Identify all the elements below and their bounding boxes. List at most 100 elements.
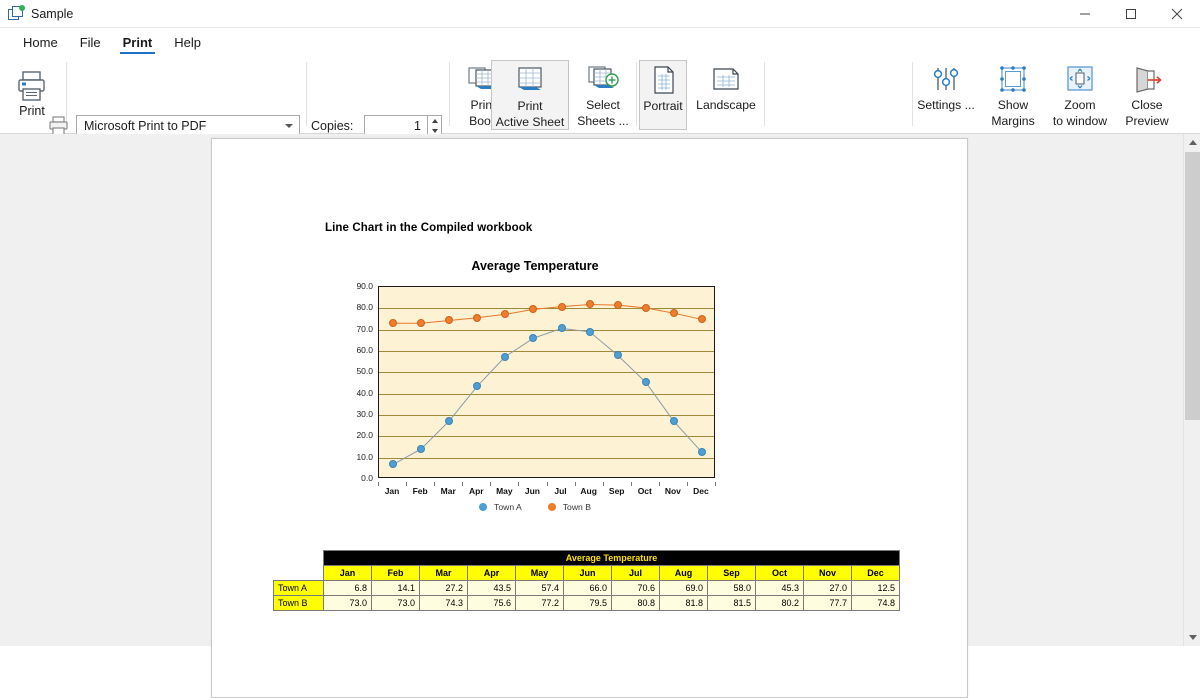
x-axis-tick: [462, 482, 464, 486]
chart-data-point: [473, 313, 482, 322]
x-axis-tick-label: Mar: [440, 486, 456, 496]
table-row: Town A 6.8 14.1 27.2 43.5 57.4 66.0 70.6 69.0 58.…: [273, 580, 900, 596]
x-axis-tick: [406, 482, 408, 486]
copies-input-value: 1: [414, 119, 421, 133]
x-axis-tick-label: May: [496, 486, 513, 496]
x-axis-tick: [686, 482, 688, 486]
y-axis-tick-label: 90.0: [356, 281, 373, 291]
chart-data-point: [557, 324, 566, 333]
chart-data-point: [501, 352, 510, 361]
chart-data-point: [529, 334, 538, 343]
table-cell: 45.3: [755, 580, 804, 596]
table-cell: 74.8: [851, 595, 900, 611]
vertical-scrollbar[interactable]: [1183, 134, 1200, 646]
table-column-header: Feb: [371, 565, 420, 581]
chart-legend: Town A Town B: [340, 502, 730, 512]
x-axis-tick-label: Jul: [554, 486, 567, 496]
x-axis-tick: [546, 482, 548, 486]
close-icon[interactable]: [1154, 0, 1200, 28]
small-printer-icon: [48, 116, 70, 136]
zoom-to-window-line2: to window: [1052, 114, 1108, 128]
y-axis-tick-label: 10.0: [356, 451, 373, 462]
legend-marker-town-a: [479, 503, 488, 511]
table-cell: 14.1: [371, 580, 420, 596]
chart-data-point: [697, 448, 706, 457]
close-preview-icon: [1130, 64, 1164, 96]
x-axis-tick-label: Jan: [384, 486, 400, 496]
table-cell: 66.0: [563, 580, 612, 596]
table-column-header: Oct: [755, 565, 804, 581]
maximize-icon[interactable]: [1108, 0, 1154, 28]
scroll-down-icon[interactable]: [1184, 629, 1200, 646]
zoom-to-window-button[interactable]: Zoom to window: [1046, 60, 1114, 130]
landscape-label: Landscape: [696, 98, 756, 112]
close-preview-line1: Close: [1131, 98, 1163, 112]
table-cell: 77.7: [803, 595, 852, 611]
x-axis-tick-label: Sep: [608, 486, 625, 496]
chart-data-point: [669, 309, 678, 318]
show-margins-icon: [996, 64, 1030, 96]
y-axis-tick-label: 50.0: [356, 366, 373, 377]
table-column-header: Sep: [707, 565, 756, 581]
table-cell: 43.5: [467, 580, 516, 596]
show-margins-line2: Margins: [991, 114, 1035, 128]
table-cell: 27.2: [419, 580, 468, 596]
chart-data-point: [613, 301, 622, 310]
table-cell: 80.2: [755, 595, 804, 611]
data-table: Average Temperature Jan Feb Mar Apr May Jun Jul…: [273, 550, 900, 611]
portrait-button[interactable]: Portrait: [639, 60, 687, 130]
chart-data-point: [641, 303, 650, 312]
y-axis-tick-label: 30.0: [356, 409, 373, 419]
select-sheets-icon: [586, 64, 620, 96]
copies-label: Copies:: [311, 119, 354, 133]
table-cell: 73.0: [371, 595, 420, 611]
table-column-header: Nov: [803, 565, 852, 581]
table-cell: 74.3: [419, 595, 468, 611]
table-cell: 73.0: [323, 595, 372, 611]
y-axis-tick-label: 80.0: [356, 302, 373, 313]
table-corner: [274, 566, 324, 581]
x-axis-tick-label: Jun: [524, 486, 541, 496]
select-sheets-button[interactable]: Select Sheets ...: [572, 60, 634, 130]
menu-item-file[interactable]: File: [69, 28, 112, 56]
show-margins-button[interactable]: Show Margins: [982, 60, 1044, 130]
x-axis-tick-label: Dec: [693, 486, 709, 496]
menu-item-home[interactable]: Home: [12, 28, 69, 56]
scroll-up-icon[interactable]: [1184, 134, 1200, 151]
legend-label-town-b: Town B: [562, 502, 591, 512]
table-cell: 69.0: [659, 580, 708, 596]
menu-item-print[interactable]: Print: [112, 28, 164, 56]
landscape-button[interactable]: Landscape: [690, 60, 762, 130]
window-title: Sample: [31, 7, 74, 21]
scrollbar-thumb[interactable]: [1185, 152, 1200, 420]
chart-data-point: [445, 416, 454, 425]
print-active-sheet-line2: Active Sheet: [495, 115, 565, 129]
minimize-icon[interactable]: [1062, 0, 1108, 28]
y-axis-tick-label: 60.0: [356, 345, 373, 355]
table-column-header: Mar: [419, 565, 468, 581]
x-axis-tick: [378, 482, 379, 486]
x-axis-tick-label: Oct: [637, 486, 652, 496]
settings-sliders-icon: [929, 64, 963, 96]
x-axis-tick: [658, 482, 660, 486]
y-axis-tick-label: 20.0: [356, 430, 373, 441]
zoom-to-window-icon: [1063, 64, 1097, 96]
stepper-up-icon[interactable]: [428, 116, 441, 126]
print-active-sheet-button[interactable]: Print Active Sheet: [491, 60, 569, 130]
table-column-header: Jan: [323, 565, 372, 581]
title-bar: Sample: [0, 0, 1200, 28]
table-cell: 70.6: [611, 580, 660, 596]
table-title-row: Average Temperature: [274, 550, 900, 566]
line-chart: Average Temperature 0.0 10.0 20.0 30.0 40.0 5…: [340, 254, 730, 529]
chart-data-point: [697, 315, 706, 324]
close-preview-line2: Preview: [1125, 114, 1169, 128]
close-preview-button[interactable]: Close Preview: [1116, 60, 1178, 130]
settings-button[interactable]: Settings ...: [916, 60, 976, 130]
legend-item-town-a: Town A: [479, 502, 522, 512]
table-title: Average Temperature: [323, 550, 900, 566]
legend-label-town-a: Town A: [494, 502, 522, 512]
x-axis-labels: Jan Feb Mar Apr May Jun Jul Aug Sep Oct Nov Dec: [378, 482, 716, 498]
menu-item-help[interactable]: Help: [163, 28, 212, 56]
window-controls: [1062, 0, 1200, 28]
table-header-row: Jan Feb Mar Apr May Jun Jul Aug Sep Oct Nov Dec: [274, 565, 900, 581]
